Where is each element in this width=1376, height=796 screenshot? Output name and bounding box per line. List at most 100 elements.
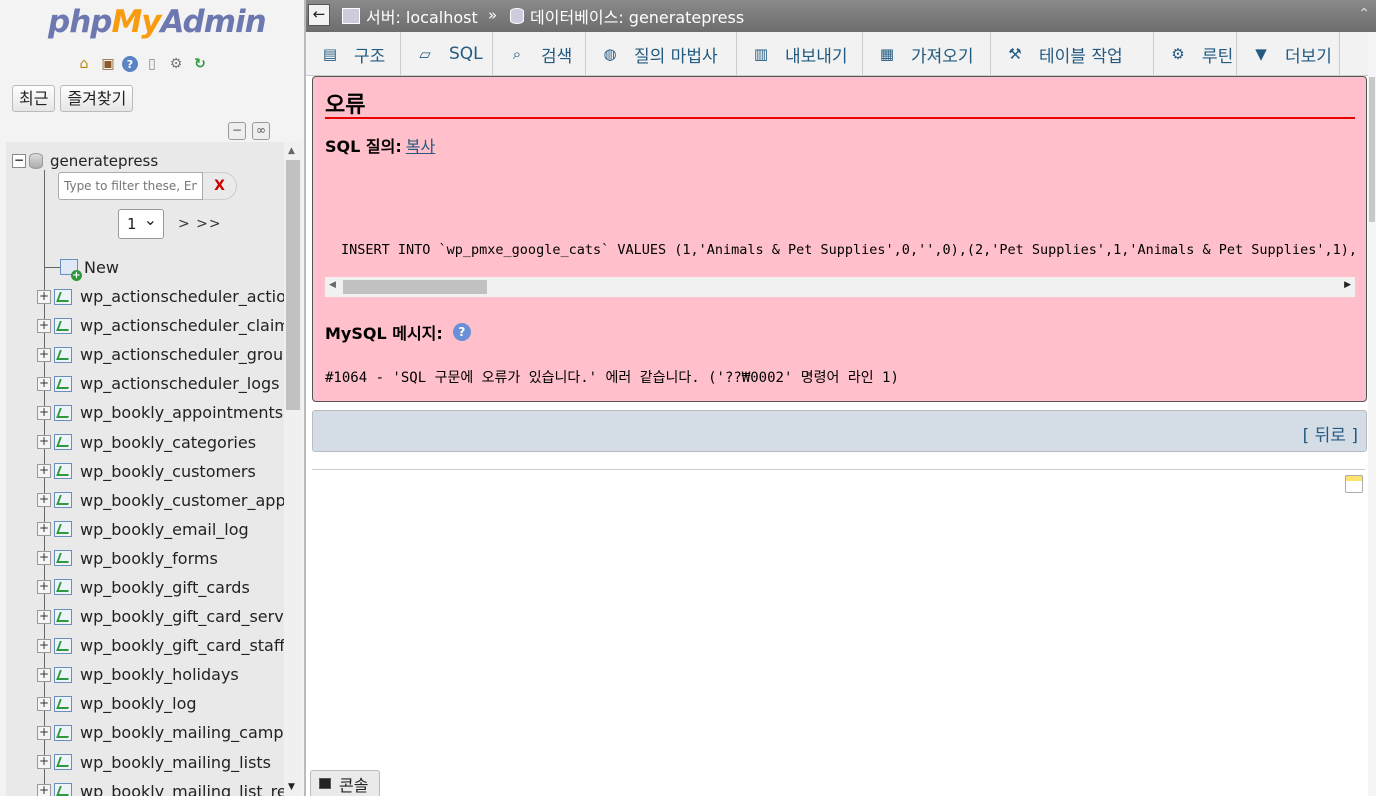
expand-node-icon[interactable]: + — [37, 464, 51, 479]
new-table-node[interactable]: New — [44, 256, 119, 281]
table-row[interactable]: + wp_bookly_mailing_list_recipients — [37, 777, 302, 796]
table-structure-icon[interactable] — [54, 724, 72, 741]
table-name[interactable]: wp_bookly_customer_appointments — [80, 491, 302, 510]
table-name[interactable]: wp_actionscheduler_actions — [80, 287, 302, 306]
table-row[interactable]: + wp_bookly_gift_card_services — [37, 602, 302, 631]
table-row[interactable]: + wp_actionscheduler_actions — [37, 282, 302, 311]
expand-node-icon[interactable]: + — [37, 347, 51, 362]
collapse-all-icon[interactable]: − — [228, 122, 246, 140]
table-name[interactable]: wp_bookly_appointments — [80, 403, 283, 422]
expand-node-icon[interactable]: + — [37, 435, 51, 450]
scrollbar-thumb[interactable] — [1369, 77, 1375, 222]
expand-node-icon[interactable]: + — [37, 725, 51, 740]
filter-clear-button[interactable]: X — [203, 172, 237, 200]
tab-routines[interactable]: ⚙ 루틴 — [1154, 32, 1237, 76]
phpmyadmin-logo[interactable]: phpMyAdmin — [48, 4, 267, 40]
scroll-left-icon[interactable]: ◀ — [329, 280, 336, 290]
table-structure-icon[interactable] — [54, 521, 72, 538]
expand-node-icon[interactable]: + — [37, 638, 51, 653]
documentation-icon[interactable]: ▯ — [142, 54, 162, 74]
scrollbar-thumb[interactable] — [343, 280, 487, 294]
table-row[interactable]: + wp_bookly_mailing_lists — [37, 748, 302, 777]
favorites-button[interactable]: 즐겨찾기 — [60, 85, 134, 112]
table-structure-icon[interactable] — [54, 404, 72, 421]
database-node[interactable]: − generatepress — [12, 151, 158, 171]
recent-button[interactable]: 최근 — [12, 85, 56, 112]
table-name[interactable]: wp_bookly_mailing_campaigns — [80, 723, 302, 742]
tab-structure[interactable]: ▤ 구조 — [306, 32, 401, 76]
home-icon[interactable]: ⌂ — [74, 54, 94, 74]
tab-search[interactable]: ⌕ 검색 — [493, 32, 586, 76]
table-row[interactable]: + wp_actionscheduler_claims — [37, 311, 302, 340]
table-structure-icon[interactable] — [54, 783, 72, 796]
breadcrumb-database[interactable]: 데이터베이스: generatepress — [510, 6, 744, 27]
expand-node-icon[interactable]: + — [37, 493, 51, 508]
expand-node-icon[interactable]: + — [37, 289, 51, 304]
expand-node-icon[interactable]: + — [37, 667, 51, 682]
settings-icon[interactable]: ⚙ — [166, 54, 186, 74]
table-structure-icon[interactable] — [54, 550, 72, 567]
main-scrollbar[interactable] — [1368, 32, 1376, 796]
table-row[interactable]: + wp_bookly_email_log — [37, 515, 302, 544]
table-row[interactable]: + wp_bookly_appointments — [37, 398, 302, 427]
table-structure-icon[interactable] — [54, 288, 72, 305]
pager-next-link[interactable]: > >> — [178, 216, 222, 232]
table-name[interactable]: wp_bookly_mailing_lists — [80, 753, 271, 772]
table-name[interactable]: wp_bookly_log — [80, 694, 197, 713]
reload-icon[interactable]: ↻ — [190, 54, 210, 74]
table-row[interactable]: + wp_bookly_categories — [37, 427, 302, 456]
tab-export[interactable]: ▥ 내보내기 — [737, 32, 863, 76]
table-structure-icon[interactable] — [54, 637, 72, 654]
table-name[interactable]: wp_bookly_gift_card_staff — [80, 636, 285, 655]
table-row[interactable]: + wp_actionscheduler_groups — [37, 340, 302, 369]
expand-node-icon[interactable]: + — [37, 551, 51, 566]
expand-node-icon[interactable]: + — [37, 318, 51, 333]
table-row[interactable]: + wp_actionscheduler_logs — [37, 369, 302, 398]
tab-more[interactable]: ▼ 더보기 — [1237, 32, 1340, 76]
tab-sql[interactable]: ▱ SQL — [401, 32, 493, 76]
expand-node-icon[interactable]: + — [37, 696, 51, 711]
table-name[interactable]: wp_bookly_customers — [80, 462, 256, 481]
table-name[interactable]: wp_actionscheduler_logs — [80, 374, 280, 393]
table-row[interactable]: + wp_bookly_customers — [37, 457, 302, 486]
table-name[interactable]: wp_bookly_categories — [80, 433, 256, 452]
copy-link[interactable]: 복사 — [406, 137, 435, 156]
console-toggle[interactable]: 콘솔 — [310, 770, 380, 796]
expand-node-icon[interactable]: + — [37, 609, 51, 624]
tab-query[interactable]: ◍ 질의 마법사 — [586, 32, 737, 76]
panel-resizer[interactable] — [304, 0, 306, 796]
collapse-top-icon[interactable]: ⌃ — [1358, 6, 1370, 22]
table-structure-icon[interactable] — [54, 666, 72, 683]
help-icon[interactable]: ? — [452, 323, 471, 341]
help-icon[interactable]: ? — [122, 56, 138, 72]
table-row[interactable]: + wp_bookly_mailing_campaigns — [37, 718, 302, 747]
database-name[interactable]: generatepress — [50, 152, 158, 170]
expand-node-icon[interactable]: + — [37, 405, 51, 420]
table-structure-icon[interactable] — [54, 346, 72, 363]
tab-import[interactable]: ▦ 가져오기 — [863, 32, 991, 76]
table-row[interactable]: + wp_bookly_log — [37, 689, 302, 718]
table-name[interactable]: wp_actionscheduler_groups — [80, 345, 302, 364]
tab-wrench[interactable]: ⚒ 테이블 작업 — [991, 32, 1154, 76]
table-structure-icon[interactable] — [54, 492, 72, 509]
back-arrow-button[interactable]: ← — [308, 4, 330, 26]
expand-node-icon[interactable]: + — [37, 376, 51, 391]
table-row[interactable]: + wp_bookly_gift_cards — [37, 573, 302, 602]
new-table-label[interactable]: New — [84, 258, 119, 277]
breadcrumb-server[interactable]: 서버: localhost — [342, 6, 478, 27]
table-structure-icon[interactable] — [54, 463, 72, 480]
filter-input[interactable] — [58, 172, 203, 200]
link-with-main-icon[interactable]: ∞ — [252, 122, 270, 140]
table-row[interactable]: + wp_bookly_holidays — [37, 660, 302, 689]
table-row[interactable]: + wp_bookly_gift_card_staff — [37, 631, 302, 660]
table-name[interactable]: wp_actionscheduler_claims — [80, 316, 298, 335]
table-name[interactable]: wp_bookly_holidays — [80, 665, 239, 684]
scroll-down-icon[interactable]: ▼ — [288, 782, 295, 792]
scroll-up-icon[interactable]: ▲ — [288, 146, 295, 156]
table-structure-icon[interactable] — [54, 608, 72, 625]
logout-icon[interactable]: ▣ — [98, 54, 118, 74]
table-structure-icon[interactable] — [54, 434, 72, 451]
table-structure-icon[interactable] — [54, 695, 72, 712]
expand-node-icon[interactable]: + — [37, 580, 51, 595]
scrollbar-thumb[interactable] — [286, 160, 300, 410]
